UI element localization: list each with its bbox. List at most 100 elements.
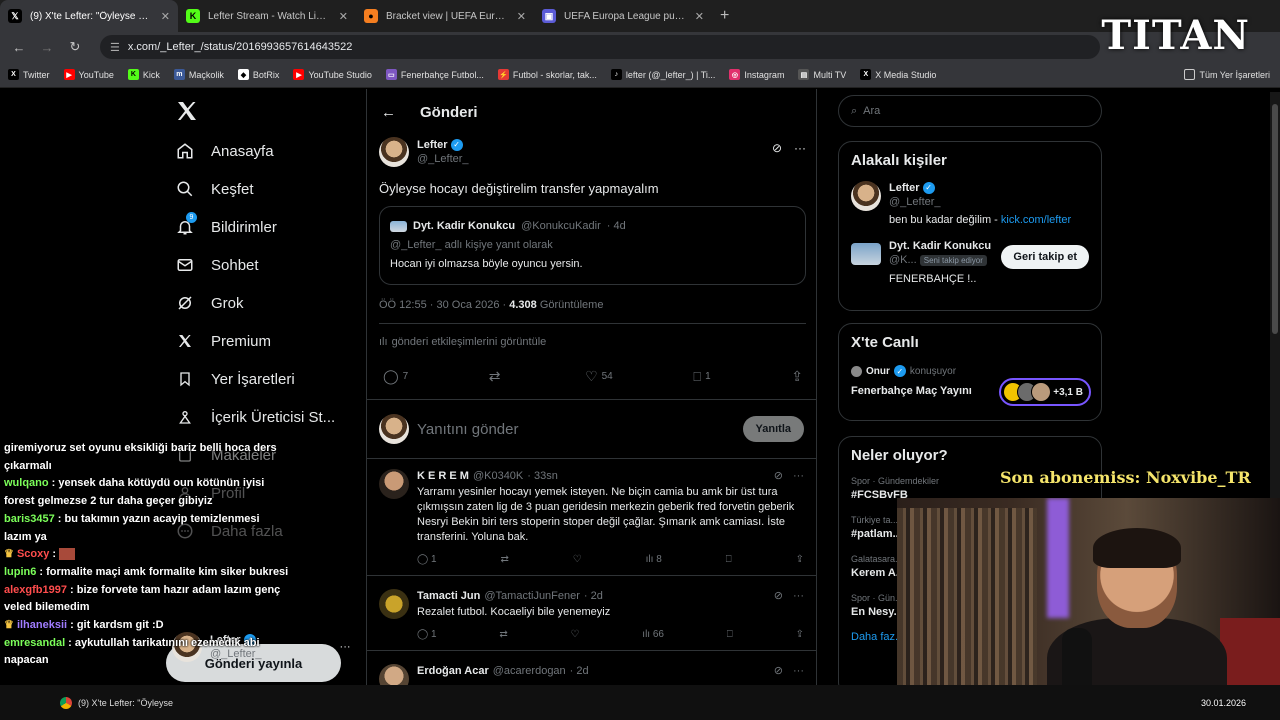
close-tab-icon[interactable]: ✕ <box>161 10 170 23</box>
url-field[interactable]: ☰ x.com/_Lefter_/status/2016993657614643… <box>100 35 1100 59</box>
share-icon[interactable]: ⇪ <box>796 553 804 567</box>
bookmark-item[interactable]: K Kick <box>127 69 160 80</box>
forward-arrow-icon[interactable]: → <box>36 36 58 58</box>
bookmark-item[interactable]: ♪ lefter (@_lefter_) | Ti... <box>610 69 715 80</box>
bookmark-icon[interactable]: ⎕ <box>727 628 733 642</box>
close-tab-icon[interactable]: ✕ <box>695 10 704 23</box>
bookmark-item[interactable]: X Twitter <box>8 69 50 80</box>
quoted-tweet[interactable]: Dyt. Kadir Konukcu @KonukcuKadir · 4d @_… <box>379 206 806 285</box>
bookmark-item[interactable]: ▶ YouTube Studio <box>293 69 372 80</box>
all-bookmarks-folder[interactable]: Tüm Yer İşaretleri <box>1184 69 1270 80</box>
site-info-icon[interactable]: ☰ <box>110 41 120 54</box>
scrollbar-thumb[interactable] <box>1272 104 1278 334</box>
back-arrow-icon[interactable]: ← <box>381 104 396 121</box>
person-name[interactable]: Lefter <box>889 182 920 194</box>
nav-bookmarks[interactable]: Yer İşaretleri <box>175 369 295 389</box>
bookmark-icon[interactable]: ⎕ <box>726 553 732 567</box>
author-handle[interactable]: @acarerdogan <box>493 664 566 678</box>
avatar[interactable] <box>379 469 409 499</box>
reply-submit-button[interactable]: Yanıtla <box>742 416 804 442</box>
nav-chat[interactable]: Sohbet <box>175 255 259 275</box>
grok-icon[interactable]: ⊘ <box>774 589 783 603</box>
heart-icon[interactable]: ♡ <box>573 553 582 567</box>
close-tab-icon[interactable]: ✕ <box>339 10 348 23</box>
related-person[interactable]: Lefter ✓ @_Lefter_ ben bu kadar değilim … <box>851 181 1089 227</box>
bookmark-button[interactable]: ⎕ 1 <box>693 368 710 385</box>
browser-tab[interactable]: ● Bracket view | UEFA Europa League ✕ <box>356 0 534 32</box>
live-host[interactable]: Onur ✓ konuşuyor <box>851 365 1089 377</box>
bookmark-item[interactable]: ◆ BotRix <box>237 69 279 80</box>
more-options-icon[interactable]: ··· <box>793 469 804 483</box>
views-button[interactable]: ılı 8 <box>646 553 662 567</box>
author-handle[interactable]: @TamactiJunFener <box>484 589 580 603</box>
bookmark-item[interactable]: ⚡ Futbol - skorlar, tak... <box>497 69 597 80</box>
more-options-icon[interactable]: ··· <box>793 664 804 678</box>
views-button[interactable]: ılı 66 <box>642 628 664 642</box>
nav-explore[interactable]: Keşfet <box>175 179 254 199</box>
bio-link[interactable]: kick.com/lefter <box>1001 214 1071 226</box>
nav-premium[interactable]: Premium <box>175 331 271 351</box>
share-icon[interactable]: ⇪ <box>796 628 804 642</box>
reply-tweet[interactable]: K E R E M @K0340K · 33sn ⊘ ··· Yarramı yesi… <box>367 459 816 576</box>
nav-grok[interactable]: Grok <box>175 293 244 313</box>
author-handle[interactable]: @_Lefter_ <box>417 152 469 166</box>
browser-tab[interactable]: K Lefter Stream - Watch Live on Kick ✕ <box>178 0 356 32</box>
related-person[interactable]: Dyt. Kadir Konukcu @K... Seni takip ediy… <box>851 239 1089 286</box>
close-tab-icon[interactable]: ✕ <box>517 10 526 23</box>
avatar[interactable] <box>851 181 881 211</box>
grok-icon[interactable]: ⊘ <box>774 664 783 678</box>
author-name[interactable]: Erdoğan Acar <box>417 664 489 678</box>
reply-tweet[interactable]: Erdoğan Acar @acarerdogan · 2d ⊘ ··· <box>367 654 816 685</box>
author-name[interactable]: K E R E M <box>417 469 469 483</box>
nav-creator-studio[interactable]: İçerik Üreticisi St... <box>175 407 335 427</box>
live-listeners-pill[interactable]: +3,1 B <box>999 378 1091 406</box>
author-name[interactable]: Lefter <box>417 139 448 151</box>
heart-icon[interactable]: ♡ <box>571 628 580 642</box>
tweet-timestamp[interactable]: ÖÖ 12:55 · 30 Oca 2026 · <box>379 299 506 311</box>
bookmark-item[interactable]: ▶ YouTube <box>63 69 114 80</box>
avatar[interactable] <box>379 589 409 619</box>
repost-icon[interactable]: ⇄ <box>499 628 507 642</box>
grok-icon[interactable]: ⊘ <box>772 141 782 155</box>
repost-icon[interactable]: ⇄ <box>500 553 508 567</box>
bookmark-item[interactable]: XX Media Studio <box>860 69 936 80</box>
person-name[interactable]: Dyt. Kadir Konukcu <box>889 240 991 252</box>
repost-button[interactable]: ⇄ <box>489 368 505 385</box>
tweet-author[interactable]: Lefter ✓ @_Lefter_ <box>379 137 806 167</box>
more-options-icon[interactable]: ··· <box>794 141 806 155</box>
reload-icon[interactable]: ↻ <box>64 36 86 58</box>
share-button[interactable]: ⇪ <box>791 368 803 385</box>
nav-notifications[interactable]: 9 Bildirimler <box>175 212 277 237</box>
author-name[interactable]: Tamacti Jun <box>417 589 480 603</box>
follow-back-button[interactable]: Geri takip et <box>1001 245 1089 269</box>
more-options-icon[interactable]: ··· <box>340 640 351 654</box>
taskbar-window[interactable]: (9) X'te Lefter: "Öyleyse <box>60 696 173 709</box>
engagements-label: gönderi etkileşimlerini görüntüle <box>391 336 547 348</box>
nav-home[interactable]: Anasayfa <box>175 141 274 161</box>
back-arrow-icon[interactable]: ← <box>8 36 30 58</box>
avatar[interactable] <box>379 664 409 685</box>
author-handle[interactable]: @K0340K <box>473 469 523 483</box>
search-icon: ⌕ <box>851 104 858 117</box>
reply-input[interactable]: Yanıtını gönder <box>417 421 735 438</box>
grok-icon[interactable]: ⊘ <box>774 469 783 483</box>
browser-tab[interactable]: ▣ UEFA Europa League puan tablosu ✕ <box>534 0 712 32</box>
bookmark-item[interactable]: m Maçkolik <box>173 69 224 80</box>
reply-button[interactable]: ◯ 7 <box>383 368 408 385</box>
search-input[interactable]: ⌕ Ara <box>838 95 1102 127</box>
new-tab-button[interactable]: + <box>712 7 737 25</box>
like-button[interactable]: ♡ 54 <box>585 368 613 385</box>
avatar[interactable] <box>851 243 881 265</box>
reply-tweet[interactable]: Tamacti Jun @TamactiJunFener · 2d ⊘ ··· Rez… <box>367 579 816 651</box>
bookmark-item[interactable]: ▭ Fenerbahçe Futbol... <box>385 69 484 80</box>
avatar[interactable] <box>379 137 409 167</box>
heart-icon: ♡ <box>585 368 598 384</box>
browser-tab[interactable]: 𝕏 (9) X'te Lefter: "Öyleyse hocayı değiş… <box>0 0 178 32</box>
more-options-icon[interactable]: ··· <box>793 589 804 603</box>
x-logo-icon[interactable] <box>175 99 199 123</box>
reply-button[interactable]: ◯ 1 <box>417 553 437 567</box>
reply-button[interactable]: ◯ 1 <box>417 628 437 642</box>
bookmark-item[interactable]: ▤ Multi TV <box>798 69 846 80</box>
view-engagements-link[interactable]: ılı gönderi etkileşimlerini görüntüle <box>379 336 806 348</box>
bookmark-item[interactable]: ◎ Instagram <box>729 69 784 80</box>
